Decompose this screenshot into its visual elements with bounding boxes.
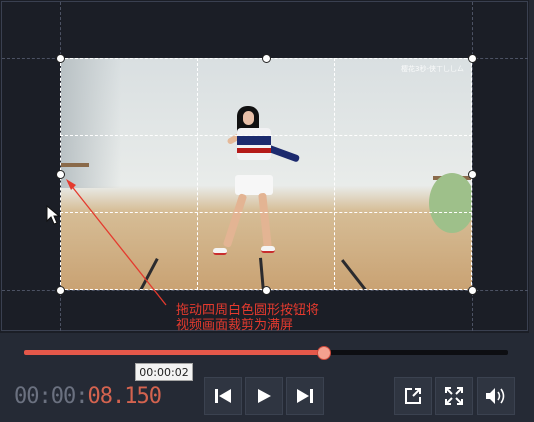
next-button[interactable] bbox=[286, 377, 324, 415]
volume-button[interactable] bbox=[477, 377, 515, 415]
fullscreen-icon bbox=[445, 387, 463, 405]
progress-fill bbox=[24, 350, 324, 355]
timecode-hours-minutes: 00:00: bbox=[14, 384, 88, 409]
annotation-line-1: 拖动四周白色圆形按钮将 bbox=[176, 303, 320, 318]
preview-area: 樱花3秒-侠ㄒ乚乚ㄙ 拖动四周白色圆形按钮将 视频画面裁剪为满屏 bbox=[0, 0, 534, 333]
previous-button[interactable] bbox=[204, 377, 242, 415]
time-tooltip: 00:00:02 bbox=[135, 363, 193, 381]
annotation-text: 拖动四周白色圆形按钮将 视频画面裁剪为满屏 bbox=[176, 303, 319, 333]
mouse-cursor-icon bbox=[46, 205, 60, 225]
play-button[interactable] bbox=[245, 377, 283, 415]
annotation-line-2: 视频画面裁剪为满屏 bbox=[176, 318, 294, 333]
play-icon bbox=[258, 389, 271, 403]
annotation-arrow bbox=[66, 179, 167, 306]
progress-knob[interactable] bbox=[317, 346, 331, 360]
timecode-seconds: 08.150 bbox=[87, 384, 161, 409]
export-icon bbox=[405, 388, 421, 404]
timecode: 00:00:08.150 bbox=[14, 384, 162, 409]
export-button[interactable] bbox=[394, 377, 432, 415]
skip-next-icon bbox=[297, 389, 313, 403]
volume-icon bbox=[486, 388, 505, 404]
skip-previous-icon bbox=[215, 389, 231, 403]
fullscreen-button[interactable] bbox=[435, 377, 473, 415]
